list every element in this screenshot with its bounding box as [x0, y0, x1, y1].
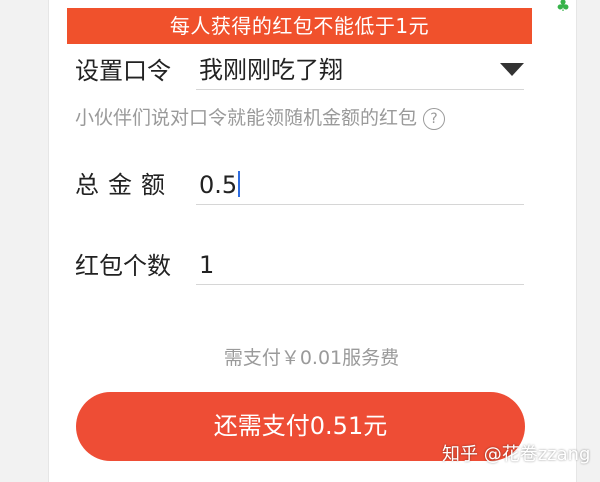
- question-circle-icon[interactable]: ?: [423, 108, 446, 130]
- count-value: 1: [199, 251, 215, 279]
- error-banner: 每人获得的红包不能低于1元: [67, 8, 532, 44]
- password-label: 设置口令: [75, 57, 171, 85]
- password-select[interactable]: 我刚刚吃了翔: [196, 55, 524, 90]
- password-hint-text: 小伙伴们说对口令就能领随机金额的红包: [75, 107, 418, 129]
- triangle-down-icon[interactable]: [500, 63, 524, 76]
- service-fee-text: 需支付￥0.01服务费: [223, 347, 400, 369]
- count-label: 红包个数: [75, 252, 171, 280]
- tree-icon: ♣: [555, 0, 571, 15]
- amount-input[interactable]: 0.5: [196, 170, 524, 205]
- amount-label: 总金额: [75, 171, 174, 199]
- amount-value: 0.5: [199, 171, 238, 199]
- password-hint: 小伙伴们说对口令就能领随机金额的红包?: [75, 104, 446, 132]
- amount-value-wrap: 0.5: [199, 170, 241, 200]
- password-value: 我刚刚吃了翔: [199, 56, 343, 84]
- count-input[interactable]: 1: [196, 250, 524, 285]
- zhihu-watermark: 知乎 @花卷zzang: [442, 444, 591, 465]
- text-caret: [238, 171, 241, 197]
